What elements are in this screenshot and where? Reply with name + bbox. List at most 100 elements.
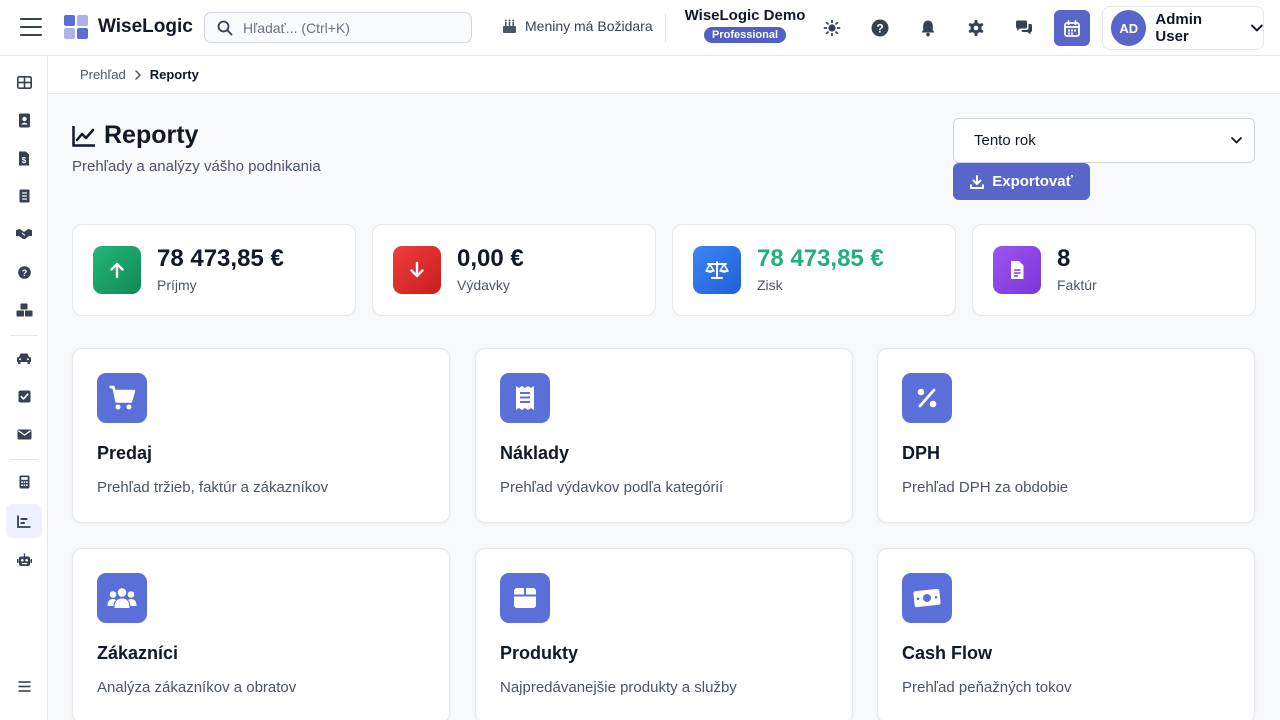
breadcrumb-link-overview[interactable]: Prehľad — [80, 67, 126, 82]
sidebar-item-collapse[interactable] — [6, 669, 42, 703]
logo-mark-icon — [64, 15, 88, 39]
handshake-icon — [16, 229, 32, 239]
report-card-title: Zákazníci — [97, 643, 179, 663]
report-card-costs[interactable]: Náklady Prehľad výdavkov podľa kategórií — [475, 348, 853, 523]
period-select-value: Tento rok — [974, 132, 1036, 149]
report-card-sales[interactable]: Predaj Prehľad tržieb, faktúr a zákazník… — [72, 348, 450, 523]
stat-card-expenses: 0,00 € Výdavky — [372, 224, 656, 316]
notifications-bell-icon[interactable] — [917, 17, 939, 39]
sidebar-item-dashboard[interactable] — [6, 65, 42, 99]
sidebar-item-warehouse[interactable] — [6, 293, 42, 327]
calculator-icon — [19, 475, 29, 489]
chevron-down-icon — [1231, 137, 1242, 144]
company-info[interactable]: WiseLogic Demo Professional — [676, 7, 814, 43]
report-card-description: Prehľad výdavkov podľa kategórií — [500, 479, 724, 496]
money-icon — [902, 573, 952, 623]
invoices-icon: $ — [19, 151, 29, 165]
report-card-description: Prehľad DPH za obdobie — [902, 479, 1069, 496]
stat-value: 8 — [1057, 245, 1071, 272]
app-name: WiseLogic — [98, 16, 193, 37]
sidebar-item-mail[interactable] — [6, 417, 42, 451]
svg-text:?: ? — [876, 22, 883, 36]
download-icon — [970, 174, 985, 189]
sidebar-divider — [10, 459, 38, 460]
report-card-customers[interactable]: Zákazníci Analýza zákazníkov a obratov — [72, 548, 450, 720]
svg-text:$: $ — [22, 156, 27, 165]
search-input[interactable] — [243, 19, 463, 36]
sidebar-item-reports[interactable] — [6, 504, 42, 538]
report-card-title: Predaj — [97, 443, 153, 463]
search-box[interactable] — [204, 12, 472, 43]
reports-icon — [17, 515, 31, 528]
divider — [665, 14, 666, 42]
page-subtitle: Prehľady a analýzy vášho podnikania — [72, 158, 321, 175]
car-icon — [17, 353, 31, 364]
chart-line-icon — [72, 125, 95, 147]
stat-label: Výdavky — [457, 277, 510, 293]
menu-toggle-icon[interactable] — [20, 18, 42, 36]
report-card-description: Prehľad peňažných tokov — [902, 679, 1072, 696]
help-icon[interactable]: ? — [869, 17, 891, 39]
report-card-title: Produkty — [500, 643, 579, 663]
robot-icon — [16, 553, 32, 566]
sidebar-item-documents[interactable] — [6, 179, 42, 213]
tasks-icon — [18, 390, 30, 402]
chat-icon[interactable] — [1013, 17, 1035, 39]
export-label: Exportovať — [992, 173, 1073, 190]
sidebar-item-tasks[interactable] — [6, 379, 42, 413]
user-menu[interactable]: AD Admin User — [1102, 6, 1264, 50]
sidebar-item-deals[interactable] — [6, 217, 42, 251]
scale-icon — [693, 246, 741, 294]
invoice-icon — [993, 246, 1041, 294]
help-icon: ? — [17, 265, 31, 279]
sidebar-divider — [10, 335, 38, 336]
sidebar-item-invoices[interactable]: $ — [6, 141, 42, 175]
settings-gear-icon[interactable] — [965, 17, 987, 39]
report-card-title: DPH — [902, 443, 941, 463]
menu-icon — [18, 680, 30, 692]
export-button[interactable]: Exportovať — [953, 163, 1090, 200]
report-card-cash-flow[interactable]: Cash Flow Prehľad peňažných tokov — [877, 548, 1255, 720]
nameday-text: Meniny má Božidara — [525, 18, 653, 34]
stat-value: 0,00 € — [457, 245, 524, 272]
percent-icon — [902, 373, 952, 423]
plan-badge: Professional — [703, 27, 787, 43]
theme-toggle-icon[interactable] — [821, 17, 843, 39]
report-card-vat[interactable]: DPH Prehľad DPH za obdobie — [877, 348, 1255, 523]
top-bar: WiseLogic Meniny má Božidara WiseLogic D… — [0, 0, 1280, 56]
contacts-icon — [18, 113, 30, 127]
calendar-button[interactable] — [1054, 10, 1090, 46]
stat-label: Príjmy — [157, 277, 197, 293]
cake-icon — [503, 19, 516, 33]
avatar: AD — [1111, 10, 1147, 46]
search-icon — [217, 20, 233, 35]
sidebar-item-vehicles[interactable] — [6, 341, 42, 375]
company-name: WiseLogic Demo — [684, 7, 806, 24]
page-title-text: Reporty — [104, 121, 199, 149]
report-card-description: Najpredávanejšie produkty a služby — [500, 679, 737, 696]
sidebar-item-calculator[interactable] — [6, 465, 42, 499]
boxes-icon — [16, 303, 32, 317]
sidebar-item-help[interactable]: ? — [6, 255, 42, 289]
report-card-title: Cash Flow — [902, 643, 993, 663]
report-card-products[interactable]: Produkty Najpredávanejšie produkty a slu… — [475, 548, 853, 720]
stat-label: Zisk — [757, 277, 783, 293]
stat-card-invoices: 8 Faktúr — [972, 224, 1256, 316]
breadcrumb: Prehľad Reporty — [48, 56, 1280, 94]
app-logo[interactable]: WiseLogic — [64, 15, 193, 39]
svg-text:?: ? — [21, 268, 27, 278]
cart-icon — [97, 373, 147, 423]
sidebar-item-ai-assistant[interactable] — [6, 543, 42, 577]
stat-label: Faktúr — [1057, 277, 1097, 293]
stat-card-income: 78 473,85 € Príjmy — [72, 224, 356, 316]
report-card-description: Analýza zákazníkov a obratov — [97, 679, 297, 696]
arrow-down-icon — [393, 246, 441, 294]
box-icon — [500, 573, 550, 623]
period-select[interactable]: Tento rok — [953, 118, 1255, 163]
sidebar-item-contacts[interactable] — [6, 103, 42, 137]
dashboard-icon — [16, 75, 32, 89]
stat-value: 78 473,85 € — [157, 245, 284, 272]
page-title: Reporty — [72, 121, 198, 150]
users-icon — [97, 573, 147, 623]
stat-card-profit: 78 473,85 € Zisk — [672, 224, 956, 316]
